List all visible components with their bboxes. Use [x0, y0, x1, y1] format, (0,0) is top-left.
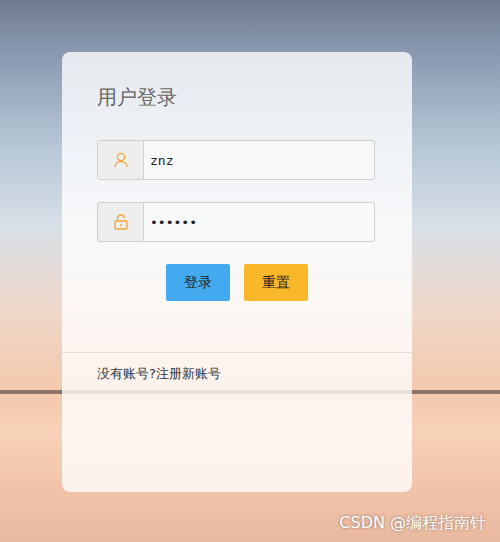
user-icon	[114, 152, 128, 168]
register-link[interactable]: 没有账号?注册新账号	[62, 353, 412, 382]
lock-icon	[114, 214, 128, 230]
divider	[62, 352, 412, 353]
password-input[interactable]	[144, 202, 375, 242]
form-row	[97, 202, 375, 242]
form-row	[97, 140, 375, 180]
reset-button[interactable]: 重置	[244, 264, 308, 301]
lock-icon-box	[97, 202, 144, 242]
watermark: CSDN @编程指南针	[339, 513, 486, 534]
login-button[interactable]: 登录	[166, 264, 230, 301]
user-icon-box	[97, 140, 144, 180]
login-card: 用户登录登录重置没有账号?注册新账号	[62, 52, 412, 492]
login-form: 用户登录登录重置	[62, 52, 412, 301]
username-input[interactable]	[144, 140, 375, 180]
form-title: 用户登录	[97, 85, 377, 109]
button-row: 登录重置	[97, 264, 377, 301]
